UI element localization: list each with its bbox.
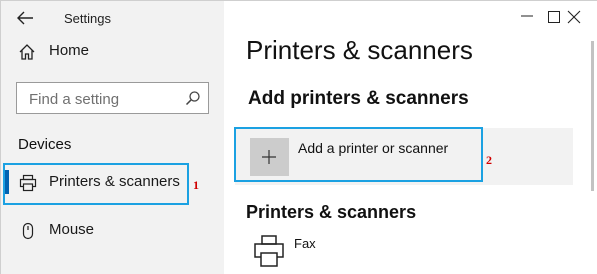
step-number-2: 2 bbox=[486, 153, 492, 167]
device-item-fax[interactable]: Fax bbox=[246, 231, 576, 274]
title-bar: Settings bbox=[1, 1, 224, 35]
search-box bbox=[16, 82, 209, 114]
device-name: Fax bbox=[294, 236, 316, 251]
sidebar-item-label: Mouse bbox=[49, 221, 95, 238]
highlight-box-add-printer bbox=[234, 127, 483, 182]
mouse-icon bbox=[22, 222, 34, 240]
sidebar: Settings Home Devices Printers & scanner bbox=[1, 1, 224, 274]
step-number-1: 1 bbox=[193, 178, 199, 192]
sidebar-item-home[interactable]: Home bbox=[1, 37, 224, 67]
app-title: Settings bbox=[64, 11, 111, 26]
sidebar-item-label: Home bbox=[49, 42, 90, 59]
section-label-devices: Devices bbox=[18, 136, 72, 153]
search-icon[interactable] bbox=[185, 90, 201, 106]
scrollbar[interactable] bbox=[591, 41, 594, 191]
minimize-icon[interactable] bbox=[520, 9, 534, 23]
settings-window: Settings Home Devices Printers & scanner bbox=[0, 0, 597, 274]
list-section-heading: Printers & scanners bbox=[246, 202, 417, 222]
back-arrow-icon[interactable] bbox=[15, 9, 35, 27]
highlight-box-printers-scanners bbox=[3, 163, 189, 205]
printer-icon bbox=[254, 235, 284, 267]
add-section-heading: Add printers & scanners bbox=[248, 88, 469, 109]
main-content: Printers & scanners Add printers & scann… bbox=[224, 1, 597, 274]
page-title: Printers & scanners bbox=[246, 35, 473, 65]
search-input[interactable] bbox=[29, 89, 179, 109]
close-icon[interactable] bbox=[567, 10, 581, 24]
home-icon bbox=[19, 44, 35, 60]
sidebar-item-mouse[interactable]: Mouse bbox=[1, 212, 224, 248]
maximize-icon[interactable] bbox=[548, 11, 560, 23]
